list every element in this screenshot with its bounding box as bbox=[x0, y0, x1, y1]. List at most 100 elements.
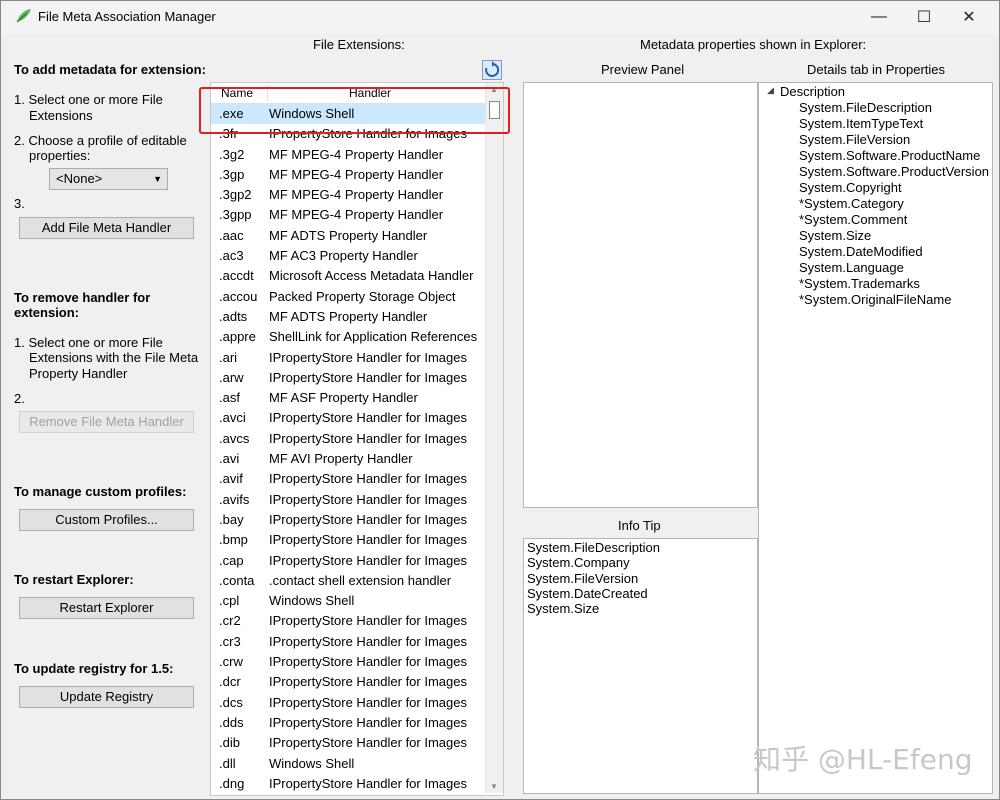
metadata-label: Metadata properties shown in Explorer: bbox=[640, 37, 867, 52]
table-row[interactable]: .crw IPropertyStore Handler for Images bbox=[211, 652, 485, 672]
table-row[interactable]: .dcr IPropertyStore Handler for Images bbox=[211, 672, 485, 692]
add-heading: To add metadata for extension: bbox=[14, 62, 206, 77]
info-tip-item[interactable]: System.Company bbox=[527, 555, 660, 570]
table-row[interactable]: .ari IPropertyStore Handler for Images bbox=[211, 348, 485, 368]
table-row[interactable]: .3g2 MF MPEG-4 Property Handler bbox=[211, 145, 485, 165]
row-extension: .cpl bbox=[219, 593, 240, 609]
row-handler: MF ASF Property Handler bbox=[269, 390, 418, 406]
row-handler: Microsoft Access Metadata Handler bbox=[269, 268, 474, 284]
preview-panel-box[interactable] bbox=[523, 82, 758, 508]
add-step2: 2. Choose a profile of editable bbox=[14, 133, 187, 148]
tree-expand-icon[interactable]: ◢ bbox=[767, 85, 774, 96]
table-row[interactable]: .bmp IPropertyStore Handler for Images bbox=[211, 530, 485, 550]
update-registry-button[interactable]: Update Registry bbox=[19, 686, 194, 708]
add-handler-button[interactable]: Add File Meta Handler bbox=[19, 217, 194, 239]
row-handler: IPropertyStore Handler for Images bbox=[269, 633, 467, 649]
close-button[interactable]: ✕ bbox=[946, 1, 992, 33]
registry-heading: To update registry for 1.5: bbox=[14, 661, 174, 676]
row-extension: .dib bbox=[219, 735, 240, 751]
details-item[interactable]: *System.Trademarks bbox=[799, 276, 989, 292]
details-item[interactable]: System.Software.ProductVersion bbox=[799, 164, 989, 180]
row-handler: MF MPEG-4 Property Handler bbox=[269, 207, 444, 223]
details-item[interactable]: System.FileDescription bbox=[799, 100, 989, 116]
table-row[interactable]: .3gpp MF MPEG-4 Property Handler bbox=[211, 205, 485, 225]
details-item[interactable]: System.FileVersion bbox=[799, 132, 989, 148]
details-item[interactable]: System.DateModified bbox=[799, 244, 989, 260]
info-tip-item[interactable]: System.Size bbox=[527, 601, 660, 616]
row-extension: .appre bbox=[219, 329, 256, 345]
table-row[interactable]: .3gp MF MPEG-4 Property Handler bbox=[211, 165, 485, 185]
table-row[interactable]: .dib IPropertyStore Handler for Images bbox=[211, 733, 485, 753]
scroll-down-icon[interactable]: ▼ bbox=[490, 782, 498, 791]
row-extension: .avcs bbox=[219, 430, 250, 446]
custom-profiles-button[interactable]: Custom Profiles... bbox=[19, 509, 194, 531]
extensions-list[interactable]: Name Handler .exe Windows Shell .3fr IPrope… bbox=[210, 82, 504, 796]
table-row[interactable]: .cap IPropertyStore Handler for Images bbox=[211, 551, 485, 571]
details-root[interactable]: Description bbox=[780, 84, 845, 99]
watermark-text: 知乎 @HL-Efeng bbox=[753, 743, 973, 776]
details-item[interactable]: System.ItemTypeText bbox=[799, 116, 989, 132]
details-item[interactable]: System.Copyright bbox=[799, 180, 989, 196]
info-tip-items: System.FileDescription System.Company Syst… bbox=[527, 540, 660, 616]
table-row[interactable]: .accdt Microsoft Access Metadata Handler bbox=[211, 266, 485, 286]
profiles-heading: To manage custom profiles: bbox=[14, 484, 187, 499]
table-row[interactable]: .bay IPropertyStore Handler for Images bbox=[211, 510, 485, 530]
table-row[interactable]: .cr2 IPropertyStore Handler for Images bbox=[211, 611, 485, 631]
row-extension: .adts bbox=[219, 308, 248, 324]
table-row[interactable]: .arw IPropertyStore Handler for Images bbox=[211, 368, 485, 388]
table-row[interactable]: .avcs IPropertyStore Handler for Images bbox=[211, 429, 485, 449]
list-scrollbar[interactable]: ▲ ▼ bbox=[485, 83, 503, 793]
app-leaf-icon bbox=[16, 9, 31, 23]
minimize-button[interactable]: — bbox=[856, 1, 902, 33]
row-extension: .avifs bbox=[219, 491, 250, 507]
info-tip-item[interactable]: System.DateCreated bbox=[527, 586, 660, 601]
table-row[interactable]: .dng IPropertyStore Handler for Images bbox=[211, 774, 485, 794]
profile-select[interactable]: <None> ▼ bbox=[49, 168, 168, 190]
row-handler: Windows Shell bbox=[269, 755, 355, 771]
row-handler: IPropertyStore Handler for Images bbox=[269, 430, 467, 446]
table-row[interactable]: .adts MF ADTS Property Handler bbox=[211, 307, 485, 327]
maximize-button[interactable]: ☐ bbox=[901, 1, 947, 33]
table-row[interactable]: .ac3 MF AC3 Property Handler bbox=[211, 246, 485, 266]
row-extension: .dng bbox=[219, 775, 245, 791]
details-tree[interactable]: ◢ Description System.FileDescription Syst… bbox=[758, 82, 993, 794]
table-row[interactable]: .aac MF ADTS Property Handler bbox=[211, 226, 485, 246]
table-row[interactable]: .dcs IPropertyStore Handler for Images bbox=[211, 693, 485, 713]
preview-panel-label: Preview Panel bbox=[601, 62, 685, 77]
row-handler: MF AC3 Property Handler bbox=[269, 248, 418, 264]
table-row[interactable]: .conta .contact shell extension handler bbox=[211, 571, 485, 591]
table-row[interactable]: .cr3 IPropertyStore Handler for Images bbox=[211, 632, 485, 652]
row-extension: .conta bbox=[219, 572, 255, 588]
details-item[interactable]: System.Size bbox=[799, 228, 989, 244]
row-handler: MF MPEG-4 Property Handler bbox=[269, 166, 444, 182]
title-bar: File Meta Association Manager — ☐ ✕ bbox=[1, 1, 999, 33]
table-row[interactable]: .avif IPropertyStore Handler for Images bbox=[211, 469, 485, 489]
table-row[interactable]: .avci IPropertyStore Handler for Images bbox=[211, 408, 485, 428]
table-row[interactable]: .asf MF ASF Property Handler bbox=[211, 388, 485, 408]
table-row[interactable]: .3gp2 MF MPEG-4 Property Handler bbox=[211, 185, 485, 205]
details-item[interactable]: *System.Category bbox=[799, 196, 989, 212]
row-extension: .ari bbox=[219, 349, 238, 365]
row-handler: IPropertyStore Handler for Images bbox=[269, 552, 467, 568]
table-row[interactable]: .cpl Windows Shell bbox=[211, 591, 485, 611]
details-item[interactable]: System.Language bbox=[799, 260, 989, 276]
details-item[interactable]: *System.OriginalFileName bbox=[799, 292, 989, 308]
table-row[interactable]: .avifs IPropertyStore Handler for Images bbox=[211, 490, 485, 510]
restart-explorer-button[interactable]: Restart Explorer bbox=[19, 597, 194, 619]
table-row[interactable]: .dds IPropertyStore Handler for Images bbox=[211, 713, 485, 733]
info-tip-item[interactable]: System.FileDescription bbox=[527, 540, 660, 555]
row-extension: .ac3 bbox=[219, 248, 244, 264]
details-item[interactable]: *System.Comment bbox=[799, 212, 989, 228]
remove-handler-button[interactable]: Remove File Meta Handler bbox=[19, 411, 194, 433]
table-row[interactable]: .dll Windows Shell bbox=[211, 754, 485, 774]
row-extension: .bmp bbox=[219, 532, 248, 548]
table-row[interactable]: .accou Packed Property Storage Object bbox=[211, 287, 485, 307]
row-handler: IPropertyStore Handler for Images bbox=[269, 654, 467, 670]
info-tip-item[interactable]: System.FileVersion bbox=[527, 571, 660, 586]
info-tip-box[interactable]: System.FileDescription System.Company Syst… bbox=[523, 538, 758, 794]
table-row[interactable]: .avi MF AVI Property Handler bbox=[211, 449, 485, 469]
table-row[interactable]: .appre ShellLink for Application Referenc… bbox=[211, 327, 485, 347]
app-window: File Meta Association Manager — ☐ ✕ To a… bbox=[0, 0, 1000, 800]
refresh-button[interactable] bbox=[482, 60, 502, 80]
details-item[interactable]: System.Software.ProductName bbox=[799, 148, 989, 164]
